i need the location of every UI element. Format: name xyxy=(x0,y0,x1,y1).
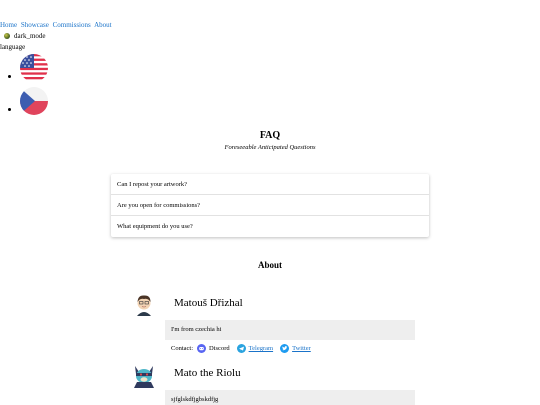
nav-showcase-link[interactable]: Showcase xyxy=(21,21,49,29)
about-title: About xyxy=(257,260,282,270)
telegram-link[interactable]: Telegram xyxy=(236,344,274,353)
person-card-matous: Matouš Dřizhal I'm from czechia hi Conta… xyxy=(131,292,415,358)
faq-subtitle: Foreseeable Anticipated Questions xyxy=(224,144,316,151)
language-label: language xyxy=(0,43,26,51)
discord-label: Discord xyxy=(209,345,230,352)
person-card-riolu: Mato the Riolu sjfglskdfjgbskdfjg xyxy=(131,362,415,405)
language-option-cz[interactable] xyxy=(6,86,48,116)
faq-question-equipment[interactable]: What equipment do you use? xyxy=(111,216,429,237)
contact-row: Contact: Discord Telegram Twitter xyxy=(171,344,314,353)
language-list xyxy=(6,53,48,119)
discord-icon xyxy=(197,344,207,353)
us-flag-icon[interactable] xyxy=(18,53,50,83)
discord-contact[interactable]: Discord xyxy=(197,344,230,353)
twitter-label: Twitter xyxy=(292,345,311,352)
person-bio: I'm from czechia hi xyxy=(165,320,415,340)
faq-title: FAQ xyxy=(259,130,281,141)
dark-mode-label: dark_mode xyxy=(14,32,46,40)
twitter-link[interactable]: Twitter xyxy=(280,344,311,353)
bullet xyxy=(8,75,11,78)
dark-mode-toggle[interactable]: dark_mode xyxy=(4,32,46,40)
nav-about-link[interactable]: About xyxy=(94,21,112,29)
telegram-label: Telegram xyxy=(248,345,274,352)
person-name: Mato the Riolu xyxy=(174,367,241,379)
top-nav: Home Showcase Commissions About xyxy=(0,21,114,29)
telegram-icon xyxy=(236,344,246,353)
faq-question-repost[interactable]: Can I repost your artwork? xyxy=(111,174,429,195)
nav-commissions-link[interactable]: Commissions xyxy=(53,21,91,29)
avatar xyxy=(131,292,157,318)
faq-question-commissions[interactable]: Are you open for commissions? xyxy=(111,195,429,216)
nav-home-link[interactable]: Home xyxy=(0,21,17,29)
avatar xyxy=(131,362,157,388)
contact-label: Contact: xyxy=(171,345,194,352)
person-name: Matouš Dřizhal xyxy=(174,297,243,309)
faq-accordion: Can I repost your artwork? Are you open … xyxy=(111,174,429,237)
twitter-icon xyxy=(280,344,290,353)
bullet xyxy=(8,108,11,111)
person-bio: sjfglskdfjgbskdfjg xyxy=(165,390,415,405)
czech-flag-icon[interactable] xyxy=(18,86,50,116)
language-option-us[interactable] xyxy=(6,53,48,83)
moon-icon xyxy=(4,33,10,39)
